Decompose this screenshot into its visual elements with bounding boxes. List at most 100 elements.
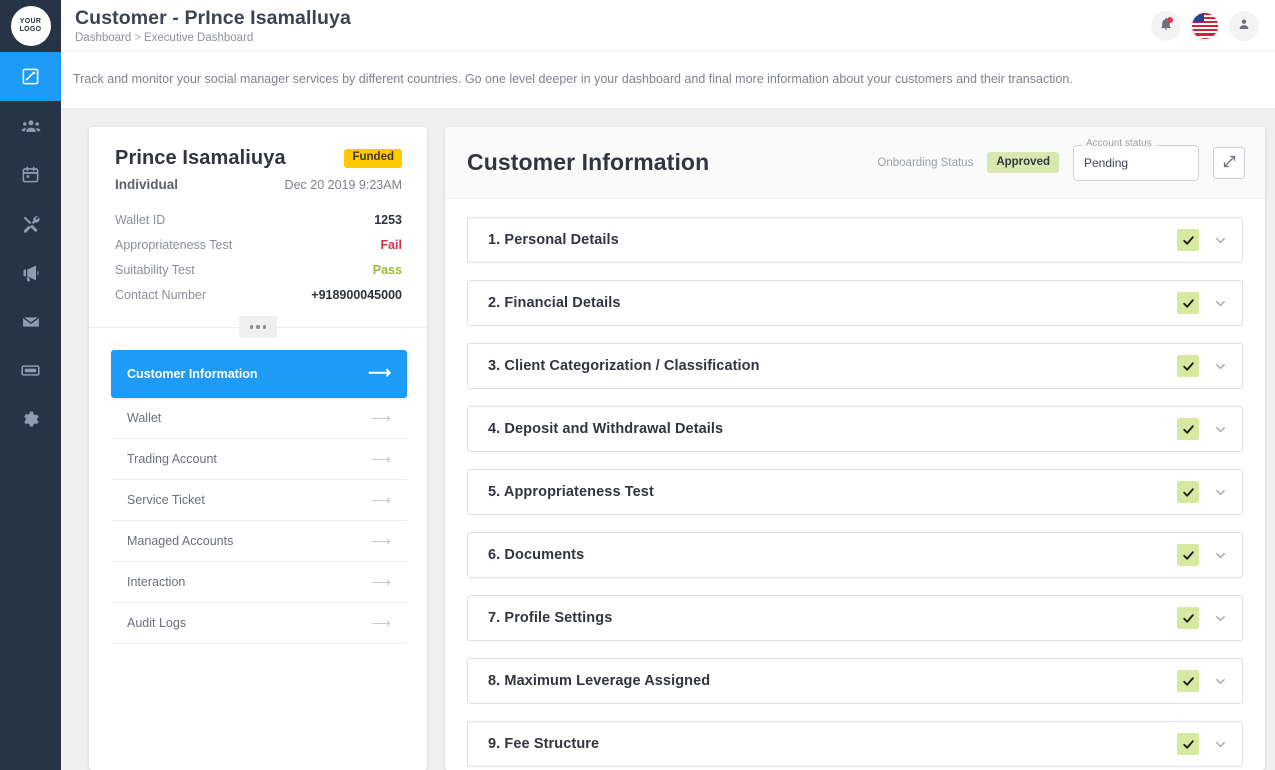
- arrow-right-icon: ⟶: [370, 574, 391, 590]
- logo-line-2: LOGO: [19, 26, 42, 33]
- detail-row: Wallet ID 1253: [115, 208, 402, 233]
- accordion-row-deposit-withdrawal[interactable]: 4. Deposit and Withdrawal Details: [467, 406, 1243, 452]
- accordion-title: 1. Personal Details: [488, 232, 619, 248]
- onboarding-status-label: Onboarding Status: [877, 156, 974, 169]
- sidebar-item-tickets[interactable]: [0, 346, 61, 395]
- nav-item-label: Wallet: [127, 411, 162, 425]
- customer-section-nav: Customer Information ⟶ Wallet ⟶ Trading …: [89, 328, 427, 644]
- section-title: Customer Information: [467, 149, 710, 175]
- profile-button[interactable]: [1229, 10, 1259, 41]
- chevron-down-icon[interactable]: [1213, 422, 1228, 437]
- arrow-right-icon: ⟶: [370, 533, 391, 549]
- expand-arrows-icon: [1222, 154, 1237, 172]
- sidebar-item-mail[interactable]: [0, 297, 61, 346]
- sidebar-item-customer-information[interactable]: Customer Information ⟶: [111, 350, 407, 398]
- check-icon: [1177, 481, 1199, 503]
- page-title: Customer - PrInce Isamalluya: [75, 6, 351, 29]
- dot: [250, 325, 254, 329]
- arrow-right-icon: ⟶: [368, 365, 391, 382]
- arrow-right-icon: ⟶: [370, 492, 391, 508]
- sidebar-item-calendar[interactable]: [0, 150, 61, 199]
- notifications-button[interactable]: [1151, 10, 1181, 41]
- sidebar-item-wallet[interactable]: Wallet ⟶: [111, 398, 407, 439]
- customer-summary-card: Prince Isamaliuya Funded Individual Dec …: [89, 127, 427, 770]
- app-logo[interactable]: YOUR LOGO: [0, 0, 61, 52]
- chevron-down-icon[interactable]: [1213, 233, 1228, 248]
- chevron-down-icon[interactable]: [1213, 548, 1228, 563]
- accordion-row-profile-settings[interactable]: 7. Profile Settings: [467, 595, 1243, 641]
- more-actions-wrap: [89, 316, 427, 338]
- chevron-down-icon[interactable]: [1213, 611, 1228, 626]
- chevron-down-icon[interactable]: [1213, 485, 1228, 500]
- content-area: Prince Isamaliuya Funded Individual Dec …: [61, 109, 1275, 770]
- chevron-down-icon[interactable]: [1213, 359, 1228, 374]
- check-icon: [1177, 670, 1199, 692]
- check-icon: [1177, 733, 1199, 755]
- chevron-down-icon[interactable]: [1213, 296, 1228, 311]
- arrow-right-icon: ⟶: [370, 451, 391, 467]
- detail-key: Contact Number: [115, 288, 207, 302]
- info-banner: Track and monitor your social manager se…: [61, 52, 1275, 109]
- detail-row: Suitability Test Pass: [115, 258, 402, 283]
- detail-row: Contact Number +918900045000: [115, 283, 402, 308]
- dot: [256, 325, 260, 329]
- sidebar-item-managed-accounts[interactable]: Managed Accounts ⟶: [111, 521, 407, 562]
- arrow-right-icon: ⟶: [370, 615, 391, 631]
- breadcrumb-root[interactable]: Dashboard: [75, 32, 131, 44]
- check-icon: [1177, 418, 1199, 440]
- nav-item-label: Audit Logs: [127, 616, 187, 630]
- detail-key: Wallet ID: [115, 213, 166, 227]
- language-button[interactable]: [1190, 10, 1220, 41]
- chevron-down-icon[interactable]: [1213, 674, 1228, 689]
- sidebar-rail-items: [0, 52, 61, 444]
- detail-value: 1253: [374, 213, 402, 227]
- accordion-row-financial-details[interactable]: 2. Financial Details: [467, 280, 1243, 326]
- sidebar-item-users[interactable]: [0, 101, 61, 150]
- account-status-value: Pending: [1084, 155, 1129, 170]
- expand-button[interactable]: [1213, 146, 1245, 179]
- top-bar-titles: Customer - PrInce Isamalluya Dashboard > E…: [75, 7, 1151, 44]
- sidebar-item-trading-account[interactable]: Trading Account ⟶: [111, 439, 407, 480]
- sections-list: 1. Personal Details 2. Financial Details: [445, 199, 1265, 770]
- calendar-icon: [21, 165, 40, 184]
- detail-row: Appropriateness Test Fail: [115, 233, 402, 258]
- accordion-row-appropriateness-test[interactable]: 5. Appropriateness Test: [467, 469, 1243, 515]
- detail-value: Pass: [372, 263, 402, 277]
- more-actions-button[interactable]: [239, 316, 277, 338]
- accordion-title: 6. Documents: [488, 547, 585, 563]
- accordion-row-maximum-leverage[interactable]: 8. Maximum Leverage Assigned: [467, 658, 1243, 704]
- accordion-row-client-categorization[interactable]: 3. Client Categorization / Classificatio…: [467, 343, 1243, 389]
- sidebar-item-tools[interactable]: [0, 199, 61, 248]
- ticket-icon: [20, 360, 41, 381]
- breadcrumb-separator: >: [134, 32, 141, 45]
- breadcrumb: Dashboard > Executive Dashboard: [75, 32, 1151, 44]
- accordion-row-personal-details[interactable]: 1. Personal Details: [467, 217, 1243, 263]
- sidebar-item-announcements[interactable]: [0, 248, 61, 297]
- customer-date: Dec 20 2019 9:23AM: [284, 178, 402, 192]
- account-status-legend: Account status: [1082, 138, 1156, 149]
- detail-key: Appropriateness Test: [115, 238, 233, 252]
- logo-circle: YOUR LOGO: [10, 6, 51, 46]
- customer-type: Individual: [115, 177, 179, 192]
- sidebar-item-settings[interactable]: [0, 395, 61, 444]
- users-icon: [21, 116, 41, 136]
- nav-item-label: Trading Account: [127, 452, 217, 466]
- breadcrumb-current[interactable]: Executive Dashboard: [144, 32, 253, 44]
- check-icon: [1177, 544, 1199, 566]
- account-status-field[interactable]: Account status Pending: [1073, 138, 1199, 181]
- accordion-row-fee-structure[interactable]: 9. Fee Structure: [467, 721, 1243, 767]
- sidebar-rail: YOUR LOGO: [0, 0, 61, 770]
- arrow-right-icon: ⟶: [370, 410, 391, 426]
- sidebar-item-interaction[interactable]: Interaction ⟶: [111, 562, 407, 603]
- accordion-row-documents[interactable]: 6. Documents: [467, 532, 1243, 578]
- sidebar-item-audit-logs[interactable]: Audit Logs ⟶: [111, 603, 407, 644]
- chevron-down-icon[interactable]: [1213, 737, 1228, 752]
- top-bar: Customer - PrInce Isamalluya Dashboard > E…: [61, 0, 1275, 52]
- sidebar-item-service-ticket[interactable]: Service Ticket ⟶: [111, 480, 407, 521]
- flag-canton: [1192, 12, 1204, 22]
- accordion-title: 3. Client Categorization / Classificatio…: [488, 358, 760, 374]
- app-root: YOUR LOGO Customer - PrInce Isamalluya D…: [0, 0, 1275, 770]
- sidebar-item-dashboard[interactable]: [0, 52, 61, 101]
- nav-item-label: Interaction: [127, 575, 186, 589]
- accordion-title: 5. Appropriateness Test: [488, 484, 654, 500]
